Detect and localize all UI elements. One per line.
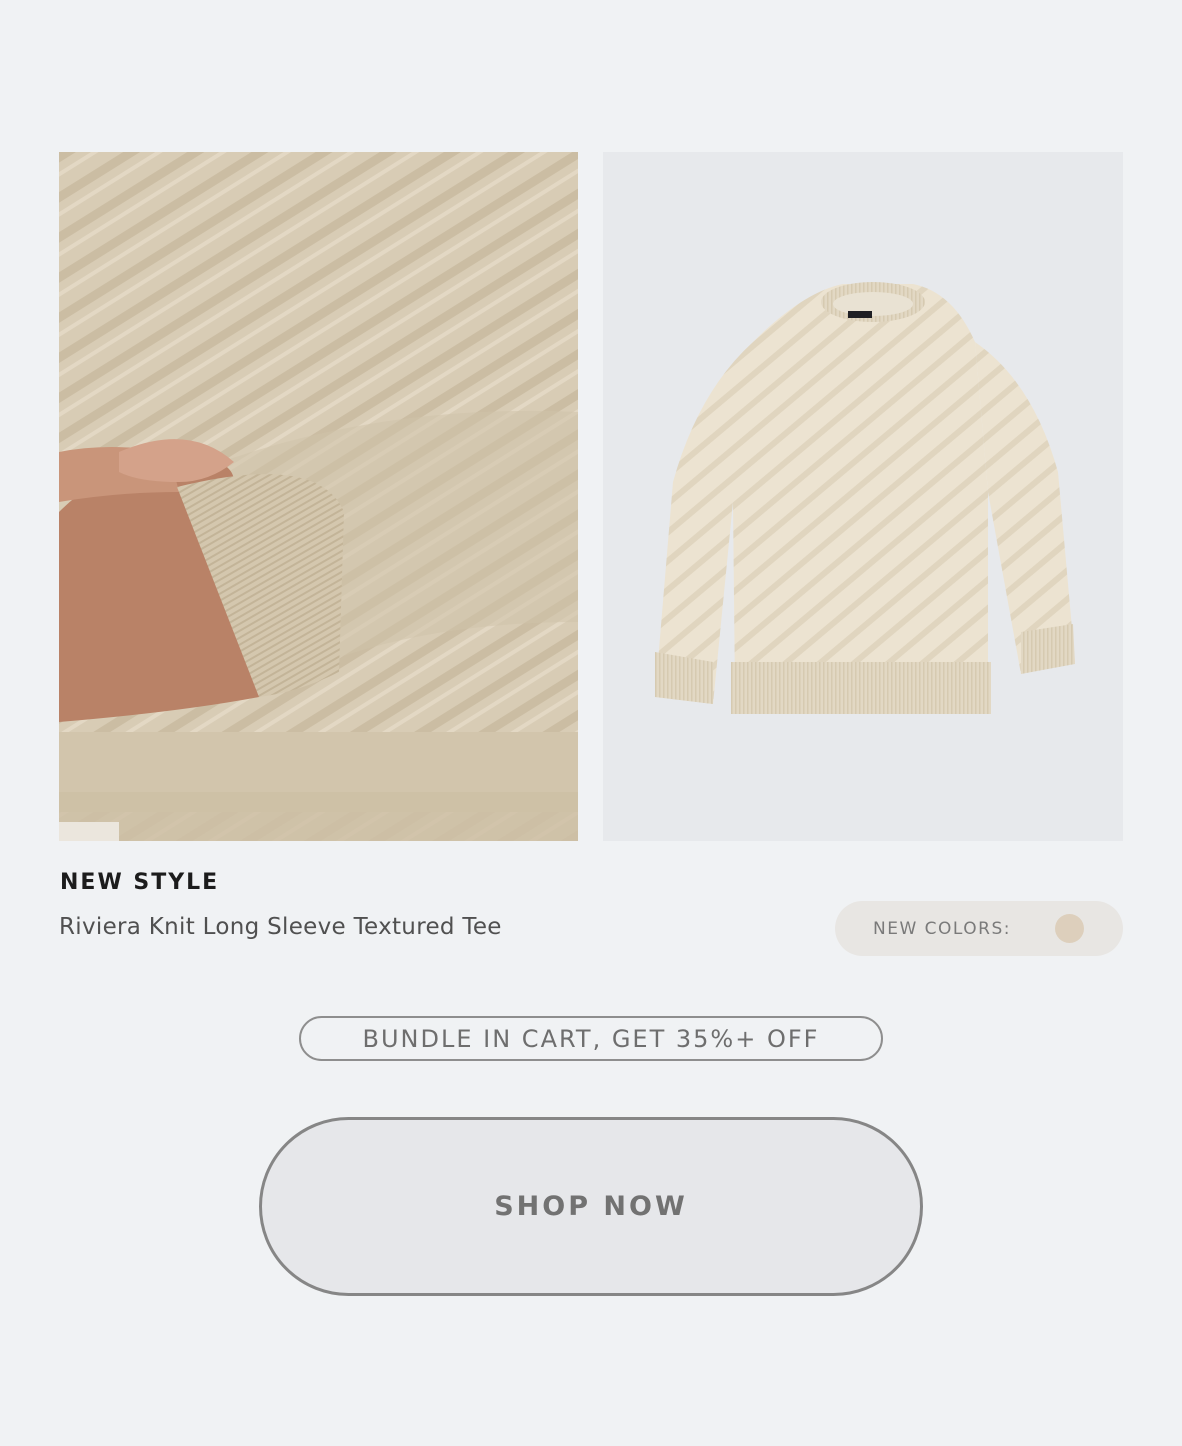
promo-badge: BUNDLE IN CART, GET 35%+ OFF: [299, 1016, 883, 1061]
color-swatch[interactable]: [1055, 914, 1084, 943]
product-name[interactable]: Riviera Knit Long Sleeve Textured Tee: [59, 914, 502, 940]
sweater-closeup-image: [59, 152, 578, 841]
product-eyebrow: NEW STYLE: [60, 870, 220, 895]
sweater-product-image: [603, 152, 1123, 841]
new-colors-pill: NEW COLORS:: [835, 901, 1123, 956]
product-photo: [603, 152, 1123, 841]
shop-now-button[interactable]: SHOP NOW: [259, 1117, 923, 1296]
lifestyle-photo: [59, 152, 578, 841]
new-colors-label: NEW COLORS:: [873, 918, 1011, 939]
